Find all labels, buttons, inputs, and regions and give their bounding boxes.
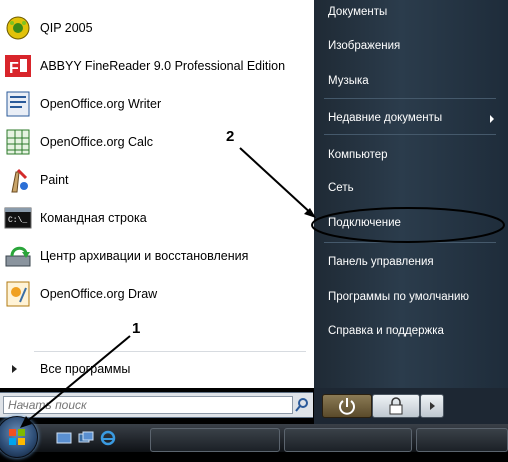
taskbar-button[interactable] (284, 428, 412, 452)
menu-control-panel[interactable]: Панель управления (328, 252, 434, 272)
menu-connect-to[interactable]: Подключение (328, 213, 401, 233)
program-label: Командная строка (40, 211, 147, 225)
program-item-cmd[interactable]: C:\_ Командная строка (4, 200, 310, 236)
shutdown-options-button[interactable] (420, 394, 444, 418)
taskbar-button[interactable] (150, 428, 280, 452)
annotation-label-1: 1 (132, 320, 141, 337)
program-label: OpenOffice.org Writer (40, 97, 162, 111)
program-item-paint[interactable]: Paint (4, 162, 310, 198)
all-programs-label: Все программы (40, 362, 131, 376)
lock-button[interactable] (372, 394, 420, 418)
menu-documents[interactable]: Документы (328, 2, 387, 22)
program-item-writer[interactable]: OpenOffice.org Writer (4, 86, 310, 122)
power-controls (314, 388, 508, 424)
paint-icon (4, 166, 32, 194)
taskbar-button[interactable] (416, 428, 508, 452)
qip-icon (4, 14, 32, 42)
annotation-label-2: 2 (226, 128, 235, 145)
program-item-calc[interactable]: OpenOffice.org Calc (4, 124, 310, 160)
program-label: ABBYY FineReader 9.0 Professional Editio… (40, 59, 286, 73)
switch-windows-icon[interactable] (78, 430, 94, 446)
cmd-icon: C:\_ (4, 204, 32, 232)
search-icon[interactable] (294, 397, 310, 413)
backup-icon (4, 242, 32, 270)
internet-explorer-icon[interactable] (100, 430, 116, 446)
places-panel: Документы Изображения Музыка Недавние до… (314, 0, 508, 388)
divider (34, 351, 306, 352)
program-label: OpenOffice.org Calc (40, 135, 154, 149)
divider (324, 242, 496, 243)
search-bar (0, 392, 313, 418)
divider (324, 98, 496, 99)
menu-computer[interactable]: Компьютер (328, 145, 388, 165)
power-button[interactable] (322, 394, 372, 418)
menu-pictures[interactable]: Изображения (328, 36, 400, 56)
program-label: Paint (40, 173, 69, 187)
show-desktop-icon[interactable] (56, 430, 72, 446)
divider (324, 134, 496, 135)
program-label: Центр архивации и восстановления (40, 249, 249, 263)
program-item-draw[interactable]: OpenOffice.org Draw (4, 276, 310, 312)
program-item-qip[interactable]: QIP 2005 (4, 10, 310, 46)
finereader-icon: F (4, 52, 32, 80)
windows-logo-icon (9, 429, 25, 445)
program-label: QIP 2005 (40, 21, 93, 35)
search-input[interactable] (3, 396, 293, 414)
svg-text:C:\_: C:\_ (8, 216, 27, 225)
lock-icon (389, 397, 403, 415)
power-icon (339, 398, 355, 415)
menu-music[interactable]: Музыка (328, 71, 369, 91)
arrow-right-icon (12, 365, 17, 373)
arrow-right-icon (430, 402, 435, 410)
menu-network[interactable]: Сеть (328, 178, 354, 198)
draw-icon (4, 280, 32, 308)
program-item-backup[interactable]: Центр архивации и восстановления (4, 238, 310, 274)
all-programs-button[interactable]: Все программы (6, 358, 306, 380)
submenu-arrow-icon (490, 115, 494, 123)
menu-help-support[interactable]: Справка и поддержка (328, 321, 444, 341)
svg-text:F: F (9, 60, 19, 77)
calc-icon (4, 128, 32, 156)
program-item-finereader[interactable]: F ABBYY FineReader 9.0 Professional Edit… (4, 48, 310, 84)
menu-recent-documents[interactable]: Недавние документы (328, 108, 442, 128)
menu-default-programs[interactable]: Программы по умолчанию (328, 287, 469, 307)
programs-panel: QIP 2005 F ABBYY FineReader 9.0 Professi… (0, 0, 315, 388)
writer-icon (4, 90, 32, 118)
program-label: OpenOffice.org Draw (40, 287, 158, 301)
